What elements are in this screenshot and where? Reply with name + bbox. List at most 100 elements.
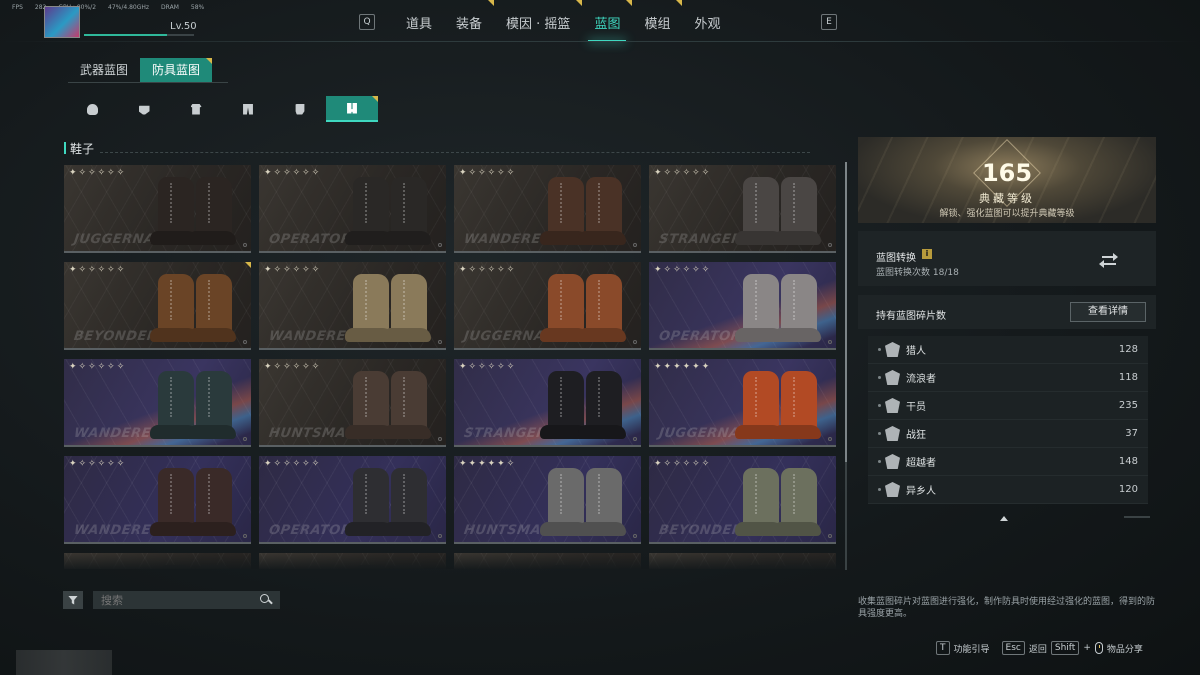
blueprint-card[interactable]: ✦✧✧✧✧✧ WANDERER [454, 165, 641, 253]
blueprint-card[interactable]: ✦✧✧✧✧✧ WANDERER [64, 456, 251, 544]
blueprint-card[interactable]: ✦✧✧✧✧✧ JUGGERNAUT [454, 262, 641, 350]
card-status-dot [243, 340, 247, 344]
rarity-stars: ✦✧✧✧✧✧ [654, 265, 712, 275]
gloves-icon [295, 103, 305, 115]
right-boot-image [586, 274, 622, 342]
grid-scrollbar[interactable] [845, 162, 847, 570]
brand-watermark: BEYONDER [72, 329, 159, 344]
fragment-row: 猎人 128 [868, 336, 1148, 364]
armor-slot-boots[interactable] [326, 96, 378, 122]
shift-key[interactable]: Shift [1050, 641, 1080, 655]
operator-emblem-icon [885, 398, 900, 413]
card-status-dot [438, 340, 442, 344]
top-nav-tab[interactable]: 外观 [682, 8, 732, 38]
blueprint-card[interactable]: ✦✧✧✧✧✧ OPERATOR [259, 456, 446, 544]
blueprint-card[interactable]: ✦✧✧✧✧✧ HUNTSMAN [259, 359, 446, 447]
brand-watermark: BEYONDER [657, 523, 744, 538]
blueprint-card[interactable]: ✦✧✧✧✧✧ STRANGER [649, 165, 836, 253]
armor-slot-helmet[interactable] [66, 96, 118, 122]
fragments-title: 持有蓝图碎片数 [876, 311, 946, 322]
fragment-row: 流浪者 118 [868, 364, 1148, 392]
blueprint-card[interactable]: ✦✧✧✧✧✧ JUGGERNAUT [64, 165, 251, 253]
conversion-count: 蓝图转换次数 18/18 [876, 268, 959, 278]
blueprint-tab[interactable]: 武器蓝图 [68, 58, 140, 82]
xp-fill [84, 34, 167, 36]
collection-level-value: 165 [981, 159, 1033, 187]
prev-tab-key[interactable]: Q [359, 14, 375, 30]
fragment-scrollbar[interactable] [1124, 516, 1150, 518]
top-nav-tab[interactable]: 模组 [632, 0, 683, 38]
back-key[interactable]: Esc [1001, 641, 1025, 655]
search-box[interactable] [93, 591, 280, 609]
player-avatar[interactable] [44, 6, 80, 38]
fragment-count: 235 [1118, 400, 1138, 411]
fragment-name: 战狂 [906, 430, 926, 441]
blueprint-card[interactable]: ✦✧✧✧✧✧ OPERATOR [259, 165, 446, 253]
pants-icon [243, 103, 253, 115]
armor-slot-mask[interactable] [118, 96, 170, 122]
card-status-dot [828, 437, 832, 441]
fragment-row: 超越者 148 [868, 448, 1148, 476]
top-nav-tab-label: 模组 [644, 17, 671, 32]
top-nav-tab[interactable]: 蓝图 [582, 0, 633, 42]
search-icon[interactable] [260, 594, 272, 606]
armor-slot-pants[interactable] [222, 96, 274, 122]
top-nav-tab[interactable]: 道具 [394, 8, 444, 38]
fragment-row: 异乡人 120 [868, 476, 1148, 504]
top-nav-tab[interactable]: 模因 · 摇篮 [494, 0, 583, 38]
blueprint-card[interactable]: ✦✧✧✧✧✧ BEYONDER [64, 262, 251, 350]
collection-level-hint: 解锁、强化蓝图可以提升典藏等级 [939, 209, 1075, 219]
new-badge-icon [626, 0, 633, 6]
swap-icon[interactable] [1098, 249, 1120, 271]
guide-label: 功能引导 [953, 644, 990, 655]
bullet-dot [878, 404, 881, 407]
next-tab-key[interactable]: E [821, 14, 837, 30]
beyonder-emblem-icon [885, 454, 900, 469]
rarity-stars: ✦✧✧✧✧✧ [459, 265, 517, 275]
xp-bar [84, 34, 194, 36]
right-boot-image [391, 177, 427, 245]
armor-slot-top[interactable] [170, 96, 222, 122]
new-badge-icon [372, 96, 378, 102]
blueprint-tab-label: 武器蓝图 [80, 63, 129, 77]
right-boot-image [586, 371, 622, 439]
mouse-icon [1094, 642, 1103, 654]
top-nav-tab[interactable]: 装备 [444, 0, 495, 38]
mask-icon [138, 105, 150, 115]
top-nav-tab-label: 装备 [456, 17, 483, 32]
armor-slot-gloves[interactable] [274, 96, 326, 122]
blueprint-card[interactable]: ✦✧✧✧✧✧ OPERATOR [649, 262, 836, 350]
new-badge-icon [488, 0, 495, 6]
collection-level-label: 典藏等级 [979, 192, 1035, 205]
card-status-dot [633, 243, 637, 247]
blueprint-card[interactable]: ✦✦✦✦✦✦ JUGGERNAUT [649, 359, 836, 447]
stranger-emblem-icon [885, 482, 900, 497]
card-status-dot [633, 534, 637, 538]
card-status-dot [828, 243, 832, 247]
chevron-up-icon[interactable] [1000, 516, 1008, 521]
new-badge-icon [576, 0, 583, 6]
right-boot-image [196, 371, 232, 439]
fragments-header: 持有蓝图碎片数 查看详情 [858, 295, 1156, 329]
view-details-button[interactable]: 查看详情 [1070, 302, 1146, 322]
fps-label: FPS [12, 4, 23, 11]
rarity-stars: ✦✧✧✧✧✧ [654, 168, 712, 178]
rarity-stars: ✦✧✧✧✧✧ [264, 265, 322, 275]
blueprint-card[interactable]: ✦✦✦✦✦✧ HUNTSMAN [454, 456, 641, 544]
blueprint-card[interactable]: ✦✧✧✧✧✧ WANDERER [64, 359, 251, 447]
player-level: Lv.50 [170, 21, 197, 32]
guide-key[interactable]: T [936, 641, 950, 655]
blueprint-tab[interactable]: 防具蓝图 [140, 58, 213, 82]
blueprint-card[interactable]: ✦✧✧✧✧✧ WANDERER [259, 262, 446, 350]
grid-scroll-thumb[interactable] [845, 162, 847, 462]
rarity-stars: ✦✧✧✧✧✧ [654, 459, 712, 469]
blueprint-grid: ✦✧✧✧✧✧ JUGGERNAUT ✦✧✧✧✧✧ OPERATOR ✦✧✧✧✧✧ WAND… [64, 165, 840, 569]
filter-button[interactable] [63, 591, 83, 609]
performance-overlay: FPS 282 GPU : 80%/2 47%/4.80GHz DRAM 58% [12, 4, 204, 11]
search-input[interactable] [101, 593, 260, 607]
blueprint-card[interactable]: ✦✧✧✧✧✧ BEYONDER [649, 456, 836, 544]
info-icon[interactable]: i [922, 249, 932, 259]
brand-watermark: OPERATOR [267, 523, 353, 538]
rarity-stars: ✦✧✧✧✧✧ [264, 168, 322, 178]
blueprint-card[interactable]: ✦✧✧✧✧✧ STRANGER [454, 359, 641, 447]
